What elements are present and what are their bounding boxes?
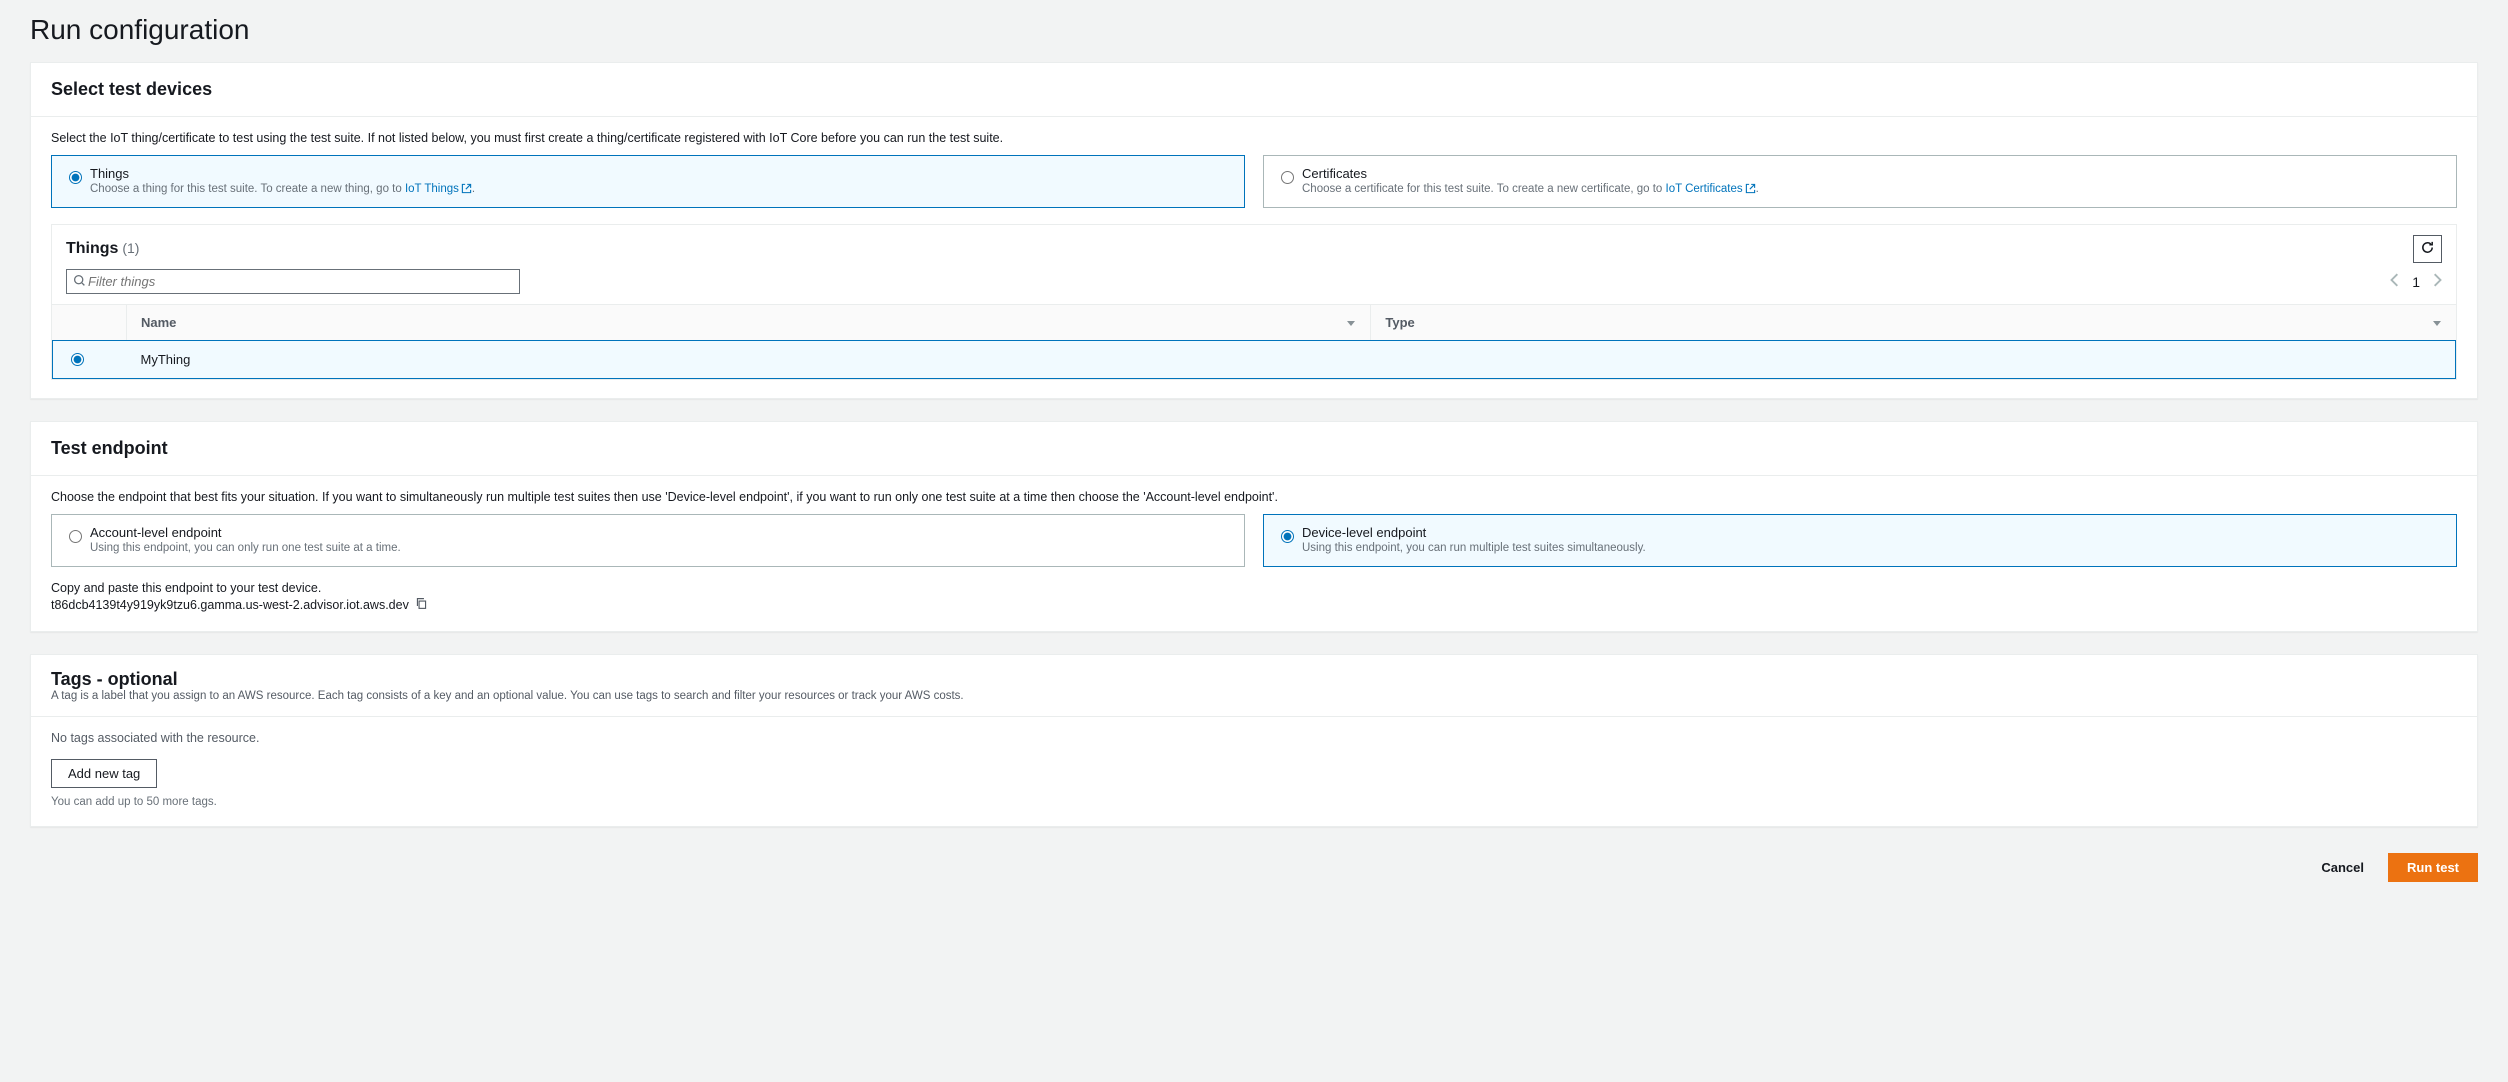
page-title: Run configuration <box>30 14 2478 46</box>
endpoint-hint: Choose the endpoint that best fits your … <box>51 490 2457 504</box>
link-iot-things[interactable]: IoT Things <box>405 183 472 195</box>
tags-limit: You can add up to 50 more tags. <box>51 796 2457 808</box>
refresh-button[interactable] <box>2413 235 2442 263</box>
radio-device-endpoint[interactable] <box>1281 530 1294 543</box>
filter-things-box[interactable] <box>66 269 520 294</box>
things-count: (1) <box>122 240 139 256</box>
row-type <box>1371 340 2456 379</box>
no-tags-message: No tags associated with the resource. <box>51 731 2457 745</box>
endpoint-value: t86dcb4139t4y919yk9tzu6.gamma.us-west-2.… <box>51 598 409 612</box>
refresh-icon <box>2420 240 2435 258</box>
add-tag-button[interactable]: Add new tag <box>51 759 157 788</box>
tile-things-desc-text: Choose a thing for this test suite. To c… <box>90 183 405 195</box>
tile-account-endpoint[interactable]: Account-level endpoint Using this endpoi… <box>51 514 1245 567</box>
radio-certificates[interactable] <box>1281 171 1294 184</box>
tile-device-desc: Using this endpoint, you can run multipl… <box>1302 542 2442 554</box>
select-devices-header: Select test devices <box>31 63 2477 117</box>
tile-things[interactable]: Things Choose a thing for this test suit… <box>51 155 1245 208</box>
tile-certificates[interactable]: Certificates Choose a certificate for th… <box>1263 155 2457 208</box>
tile-things-desc: Choose a thing for this test suite. To c… <box>90 183 1230 195</box>
col-type[interactable]: Type <box>1371 305 2456 341</box>
pager-prev[interactable] <box>2390 273 2400 290</box>
tile-account-desc: Using this endpoint, you can only run on… <box>90 542 1230 554</box>
external-link-icon <box>459 183 472 195</box>
pager-current: 1 <box>2412 274 2420 290</box>
pager: 1 <box>2390 273 2442 290</box>
tags-heading: Tags - optional <box>51 669 178 689</box>
col-type-label: Type <box>1385 315 1414 330</box>
col-name-label: Name <box>141 315 176 330</box>
endpoint-copy-hint: Copy and paste this endpoint to your tes… <box>51 581 2457 595</box>
row-name: MyThing <box>127 340 1371 379</box>
run-test-button[interactable]: Run test <box>2388 853 2478 882</box>
search-icon <box>73 274 86 290</box>
sort-icon <box>1346 315 1356 330</box>
tile-device-endpoint[interactable]: Device-level endpoint Using this endpoin… <box>1263 514 2457 567</box>
tile-account-title: Account-level endpoint <box>90 525 1230 540</box>
tile-things-title: Things <box>90 166 1230 181</box>
table-row[interactable]: MyThing <box>52 340 2456 379</box>
col-name[interactable]: Name <box>127 305 1371 341</box>
tags-optional: optional <box>108 669 178 689</box>
tile-certs-desc: Choose a certificate for this test suite… <box>1302 183 2442 195</box>
link-iot-certificates[interactable]: IoT Certificates <box>1666 183 1756 195</box>
test-endpoint-panel: Test endpoint Choose the endpoint that b… <box>30 421 2478 632</box>
tile-certs-title: Certificates <box>1302 166 2442 181</box>
col-select <box>52 305 127 341</box>
select-devices-panel: Select test devices Select the IoT thing… <box>30 62 2478 399</box>
external-link-icon <box>1743 183 1756 195</box>
things-subpanel-title: Things <box>66 240 118 257</box>
tags-panel: Tags - optional A tag is a label that yo… <box>30 654 2478 827</box>
filter-things-input[interactable] <box>86 273 513 290</box>
footer-actions: Cancel Run test <box>30 849 2478 902</box>
copy-icon <box>415 597 428 613</box>
tile-certs-desc-text: Choose a certificate for this test suite… <box>1302 183 1666 195</box>
cancel-button[interactable]: Cancel <box>2311 853 2374 882</box>
select-devices-heading: Select test devices <box>51 79 212 99</box>
things-table: Name Type <box>52 304 2456 379</box>
tile-device-title: Device-level endpoint <box>1302 525 2442 540</box>
row-radio[interactable] <box>71 353 84 366</box>
tags-desc: A tag is a label that you assign to an A… <box>51 690 2457 702</box>
radio-things[interactable] <box>69 171 82 184</box>
pager-next[interactable] <box>2432 273 2442 290</box>
copy-endpoint-button[interactable] <box>415 597 428 613</box>
things-subpanel: Things (1) <box>51 224 2457 380</box>
endpoint-heading: Test endpoint <box>51 438 168 458</box>
sort-icon <box>2432 315 2442 330</box>
radio-account-endpoint[interactable] <box>69 530 82 543</box>
select-devices-hint: Select the IoT thing/certificate to test… <box>51 131 2457 145</box>
